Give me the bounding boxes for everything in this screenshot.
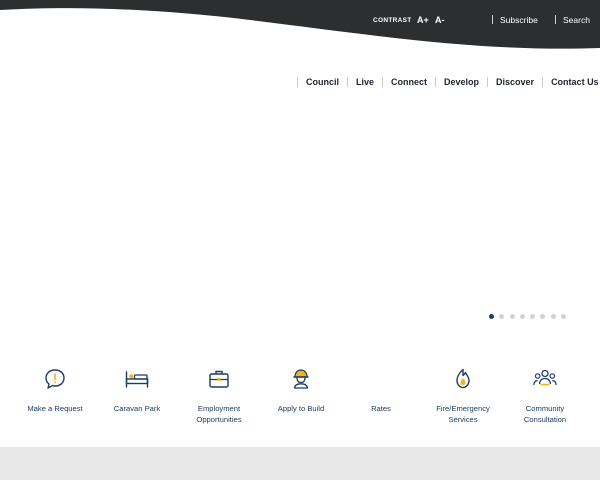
briefcase-icon [209, 370, 229, 388]
nav-item-develop[interactable]: Develop [436, 77, 487, 87]
quick-link-fire-emergency-services[interactable]: Fire/Emergency Services [422, 366, 504, 425]
nav-item-connect[interactable]: Connect [383, 77, 435, 87]
quick-link-label: Make a Request [27, 404, 83, 413]
quick-link-community-consultation[interactable]: Community Consultation [504, 366, 586, 425]
flame-shield-icon [456, 368, 470, 389]
footer-band [0, 447, 600, 480]
quick-link-caravan-park[interactable]: Caravan Park [96, 366, 178, 415]
quick-link-label: Fire/Emergency Services [436, 404, 490, 424]
contrast-toggle[interactable]: CONTRAST [373, 13, 412, 27]
nav-item-council[interactable]: Council [298, 77, 347, 87]
bed-icon [125, 371, 149, 388]
quick-link-make-a-request[interactable]: Make a Request [14, 366, 96, 415]
nav-item-discover[interactable]: Discover [488, 77, 542, 87]
carousel-dot-3[interactable] [509, 314, 515, 319]
quick-link-label: Rates [371, 404, 391, 413]
quick-link-rates[interactable]: Rates [340, 366, 422, 415]
quick-link-label: Employment Opportunities [196, 404, 242, 424]
carousel-dot-1[interactable] [489, 314, 494, 319]
font-decrease-button[interactable]: A- [435, 13, 445, 27]
search-link[interactable]: Search [563, 13, 590, 27]
utility-divider [492, 15, 493, 24]
font-increase-button[interactable]: A+ [417, 13, 429, 27]
hardhat-worker-icon [293, 369, 309, 389]
carousel-dot-2[interactable] [499, 314, 505, 319]
utility-divider [555, 15, 556, 24]
main-navigation: Council Live Connect Develop Discover Co… [297, 74, 600, 90]
hero-carousel-slide[interactable] [0, 100, 600, 305]
carousel-pagination [489, 314, 571, 319]
quick-links: Make a Request Caravan Park Employment O… [14, 366, 586, 436]
carousel-dot-8[interactable] [561, 314, 567, 319]
people-group-icon [533, 369, 557, 386]
quick-link-employment-opportunities[interactable]: Employment Opportunities [178, 366, 260, 425]
carousel-dot-4[interactable] [519, 314, 525, 319]
rates-icon [368, 366, 394, 392]
quick-link-label: Apply to Build [277, 404, 325, 413]
nav-item-live[interactable]: Live [348, 77, 382, 87]
carousel-dot-6[interactable] [540, 314, 546, 319]
chat-bubble-exclamation-icon [45, 369, 65, 389]
quick-link-apply-to-build[interactable]: Apply to Build [260, 366, 342, 415]
nav-item-contact-us[interactable]: Contact Us [543, 77, 600, 87]
subscribe-link[interactable]: Subscribe [500, 13, 538, 27]
utility-bar: CONTRAST A+ A- Subscribe Search [0, 0, 600, 50]
carousel-dot-7[interactable] [550, 314, 556, 319]
carousel-dot-5[interactable] [530, 314, 536, 319]
quick-link-label: Caravan Park [113, 404, 161, 413]
quick-link-label: Community Consultation [523, 404, 567, 424]
